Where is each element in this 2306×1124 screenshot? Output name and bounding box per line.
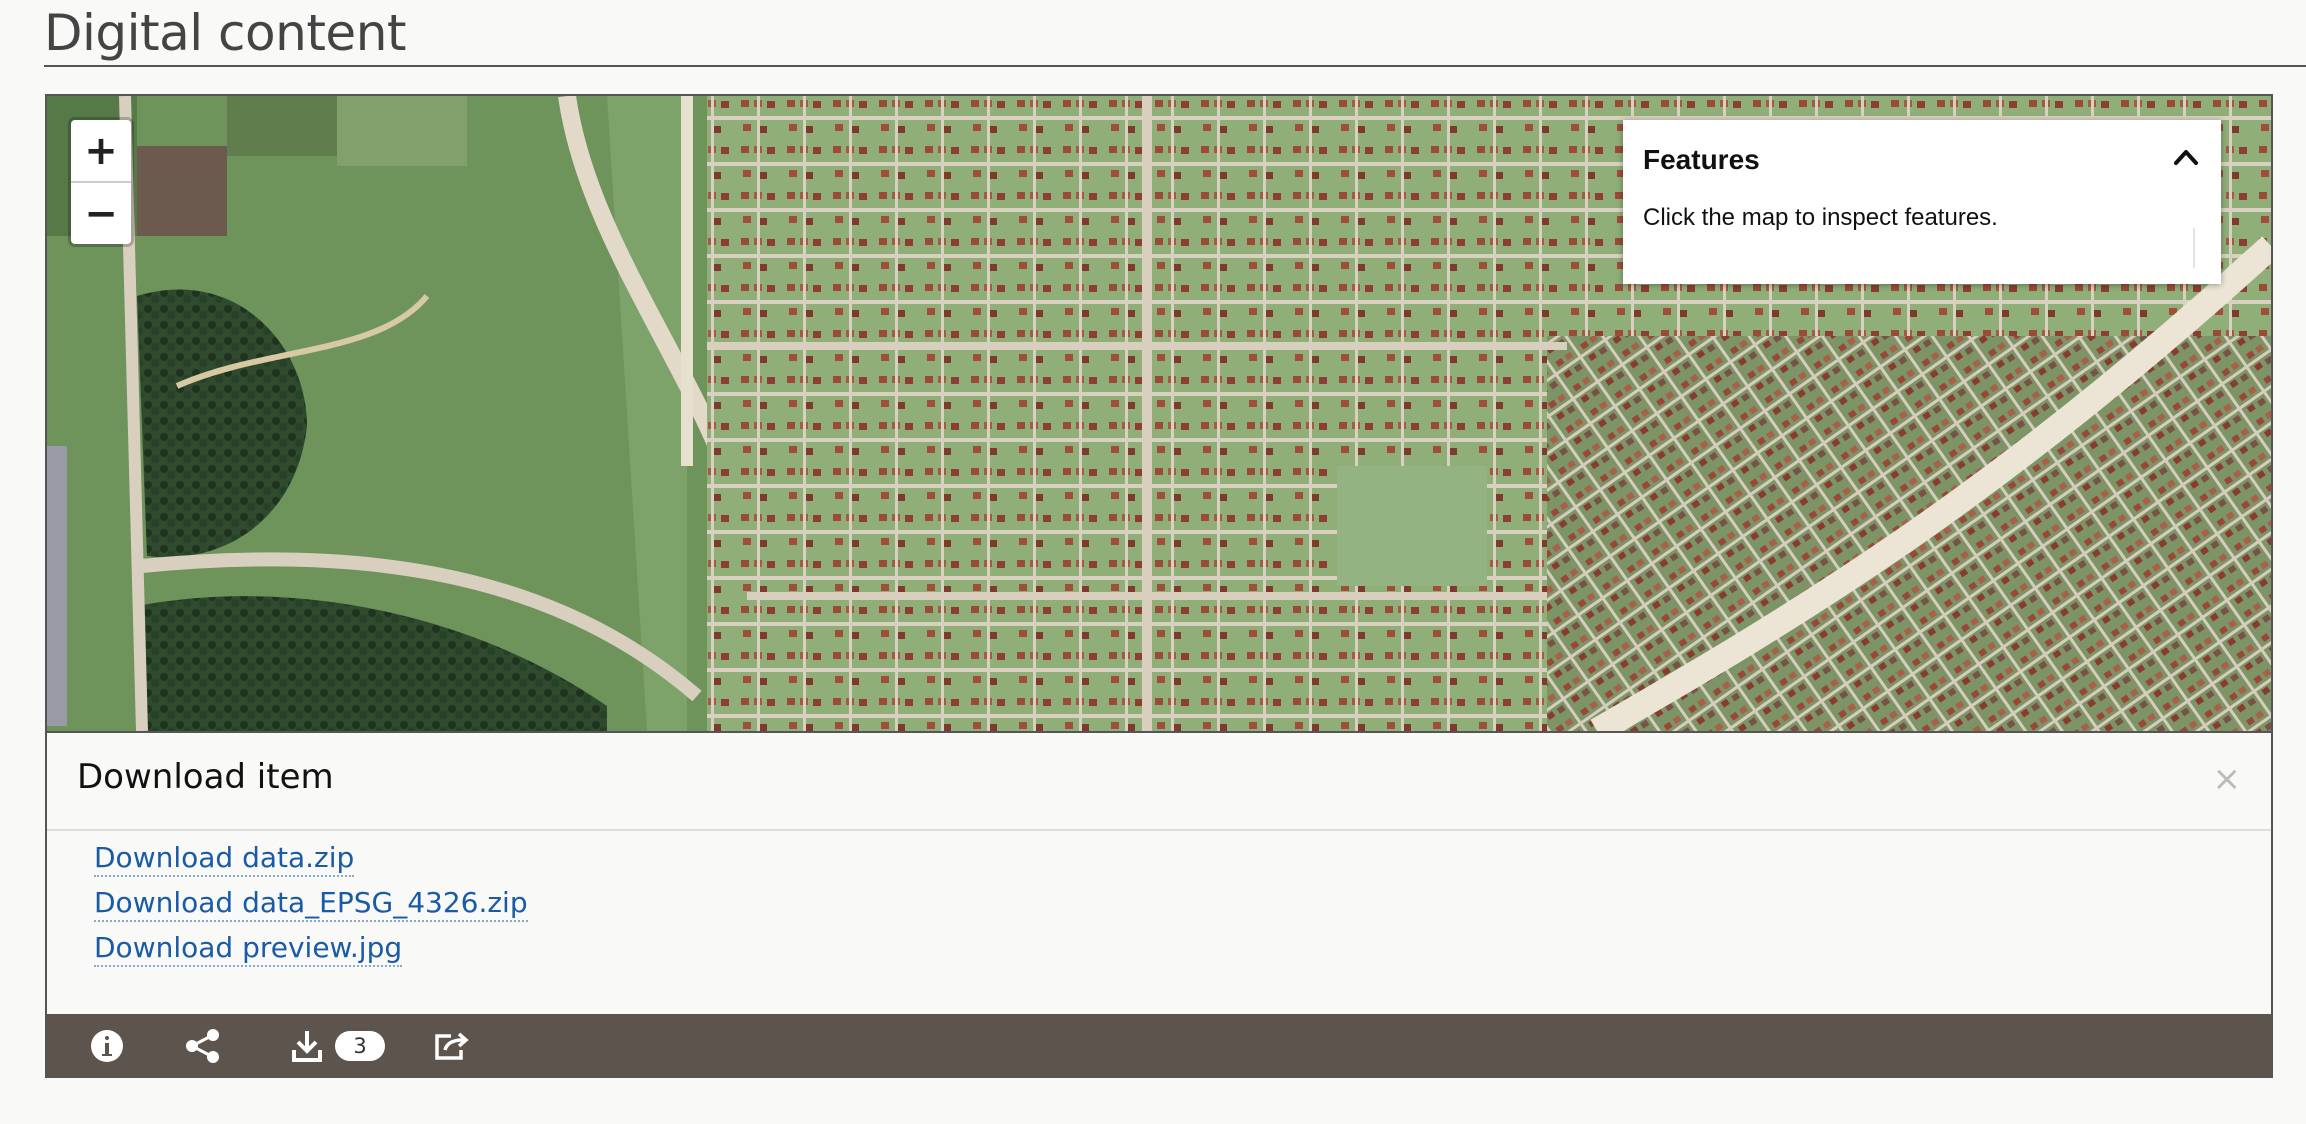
map-view[interactable]: + − Features Click the map to inspect fe… — [47, 96, 2271, 731]
chevron-up-icon[interactable] — [2171, 142, 2201, 172]
zoom-in-button[interactable]: + — [71, 120, 131, 181]
download-link-data-zip[interactable]: Download data.zip — [94, 841, 355, 877]
title-divider — [44, 65, 2306, 67]
zoom-control: + − — [71, 120, 131, 244]
features-hint: Click the map to inspect features. — [1643, 204, 1998, 231]
close-icon[interactable]: × — [2213, 759, 2242, 799]
page-title: Digital content — [44, 4, 406, 62]
download-links: Download data.zip Download data_EPSG_432… — [94, 841, 528, 976]
info-icon[interactable] — [89, 1028, 125, 1064]
item-viewer: + − Features Click the map to inspect fe… — [45, 94, 2273, 1078]
features-title: Features — [1643, 144, 1760, 175]
zoom-out-button[interactable]: − — [71, 181, 131, 244]
viewer-toolbar: 3 — [47, 1014, 2271, 1076]
download-link-preview-jpg[interactable]: Download preview.jpg — [94, 931, 403, 967]
download-title: Download item — [77, 757, 334, 797]
download-count-badge: 3 — [335, 1031, 385, 1061]
download-link-epsg-zip[interactable]: Download data_EPSG_4326.zip — [94, 886, 528, 922]
share-icon[interactable] — [183, 1028, 223, 1064]
external-share-icon[interactable] — [433, 1028, 473, 1064]
features-panel: Features Click the map to inspect featur… — [1623, 120, 2221, 284]
download-panel: Download item × Download data.zip Downlo… — [47, 731, 2271, 1014]
download-icon[interactable] — [291, 1028, 323, 1064]
features-scrollbar — [2193, 228, 2195, 268]
download-header: Download item × — [47, 733, 2271, 831]
